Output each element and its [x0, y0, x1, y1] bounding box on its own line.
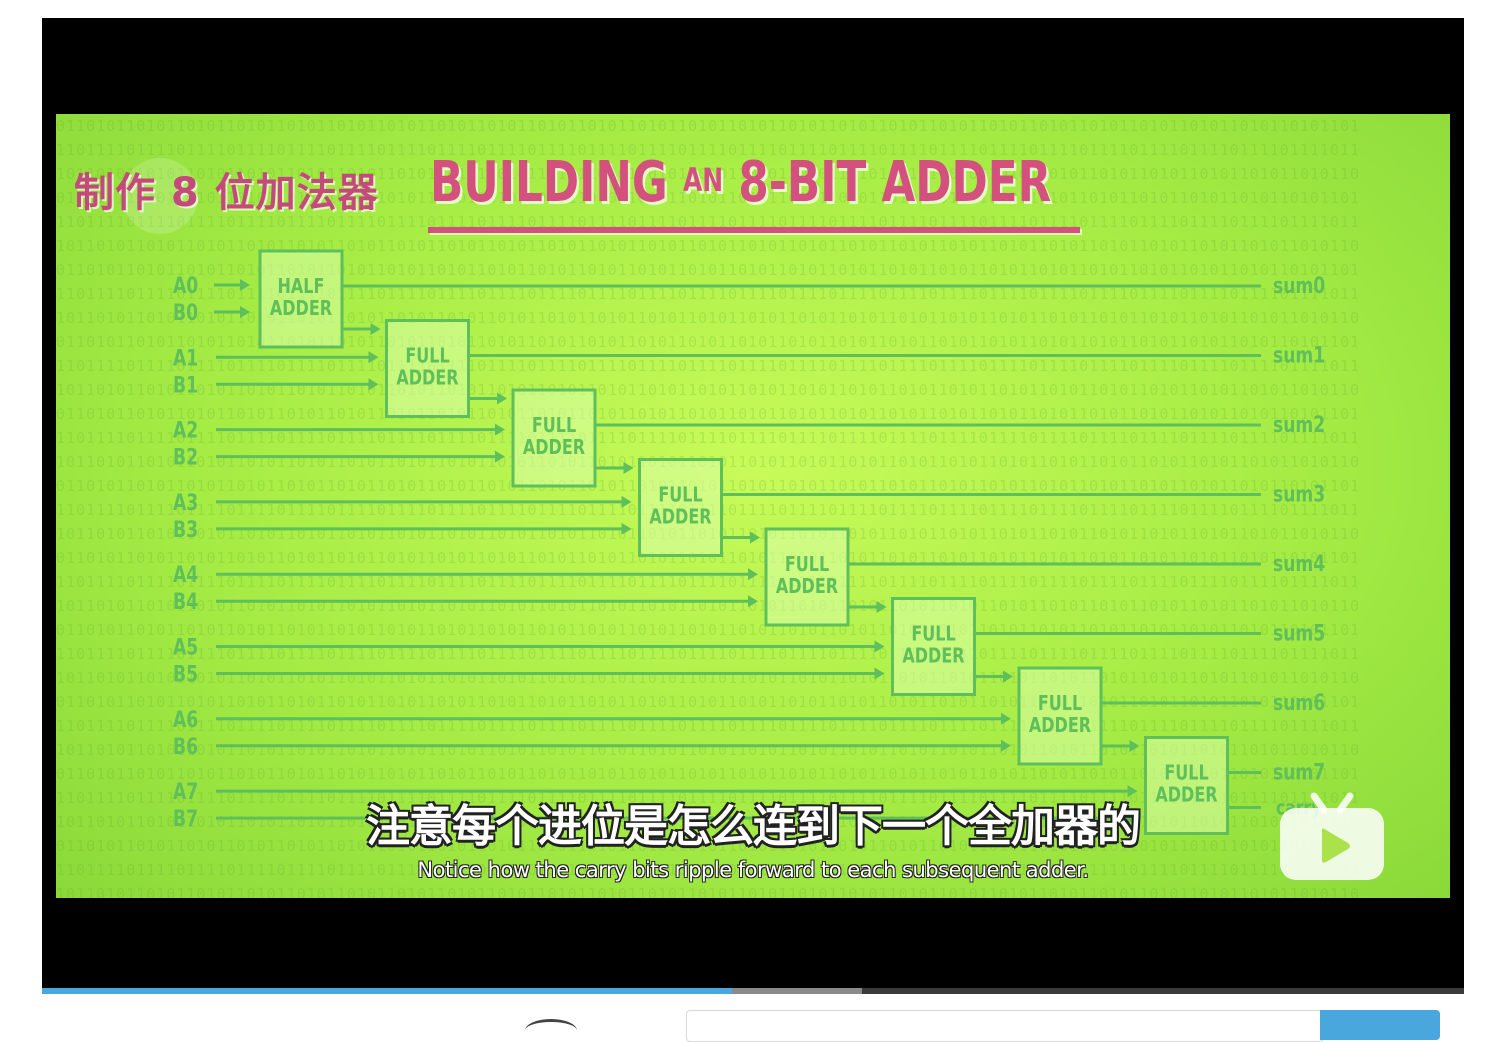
adder-label-bottom-4: ADDER — [776, 575, 838, 598]
input-label-b0: B0 — [173, 300, 198, 326]
adder-label-bottom-2: ADDER — [523, 436, 585, 459]
sum-label-4: sum4 — [1273, 551, 1325, 577]
partial-icon — [525, 1019, 577, 1042]
adder-label-top-0: HALF — [278, 275, 325, 298]
input-wire-b6-head — [1001, 739, 1011, 752]
adder-label-bottom-0: ADDER — [270, 297, 332, 320]
carry-wire-4-head — [876, 601, 887, 613]
subtitle-english: Notice how the carry bits ripple forward… — [417, 858, 1089, 882]
input-label-a6: A6 — [173, 707, 198, 733]
adder-label-top-2: FULL — [532, 414, 577, 437]
input-wire-a2-head — [495, 423, 505, 436]
video-frame[interactable]: 0110101101011010110101101011010110101101… — [56, 114, 1450, 898]
input-wire-a0-head — [240, 279, 250, 291]
input-wire-a3-head — [621, 495, 632, 508]
input-label-a1: A1 — [173, 345, 198, 371]
adder-label-top-4: FULL — [785, 553, 830, 576]
adder-label-bottom-5: ADDER — [902, 645, 964, 668]
input-label-b1: B1 — [173, 372, 198, 398]
send-button[interactable] — [1320, 1010, 1440, 1040]
carry-wire-2-head — [623, 462, 634, 474]
input-wire-b5-head — [874, 667, 885, 680]
adder-label-top-6: FULL — [1038, 692, 1083, 715]
input-label-b6: B6 — [173, 734, 198, 760]
carry-wire-1-head — [497, 392, 507, 405]
adder-label-top-7: FULL — [1164, 762, 1209, 785]
carry-wire-6-head — [1129, 740, 1140, 752]
sum-label-2: sum2 — [1273, 412, 1325, 438]
carry-wire-5-head — [1003, 670, 1013, 683]
input-wire-b2-head — [495, 450, 505, 463]
adder-label-bottom-1: ADDER — [396, 367, 458, 390]
carry-wire-3-head — [750, 531, 760, 544]
adder-circuit-diagram: A0B0A1B1A2B2A3B3A4B4A5B5A6B6A7B7HALFADDE… — [173, 249, 1325, 835]
input-label-b2: B2 — [173, 445, 198, 471]
input-wire-a5-head — [874, 640, 885, 653]
comment-input[interactable] — [686, 1010, 1324, 1042]
input-wire-a4-head — [748, 568, 758, 581]
input-wire-a1-head — [368, 351, 379, 364]
adder-label-top-5: FULL — [911, 623, 956, 646]
play-tv-icon — [1280, 792, 1384, 880]
input-label-b3: B3 — [173, 517, 198, 543]
input-label-a5: A5 — [173, 634, 198, 660]
sum-label-0: sum0 — [1273, 273, 1325, 299]
input-wire-b4-head — [748, 595, 758, 608]
adder-label-bottom-3: ADDER — [649, 506, 711, 529]
sum-label-3: sum3 — [1273, 481, 1325, 507]
input-wire-b0-head — [240, 306, 250, 318]
subtitle-chinese: 注意每个进位是怎么连到下一个全加器的 — [366, 801, 1141, 852]
sum-label-1: sum1 — [1273, 342, 1325, 368]
input-wire-b1-head — [368, 378, 379, 391]
sum-label-6: sum6 — [1273, 690, 1325, 716]
input-label-a4: A4 — [173, 562, 198, 588]
carry-wire-0-head — [370, 323, 381, 335]
input-label-b5: B5 — [173, 661, 198, 687]
input-label-b4: B4 — [173, 589, 198, 615]
video-player[interactable]: 0110101101011010110101101011010110101101… — [42, 18, 1464, 988]
input-wire-a6-head — [1001, 712, 1011, 725]
sum-label-5: sum5 — [1273, 620, 1325, 646]
play-button[interactable] — [1278, 792, 1386, 882]
input-wire-b3-head — [621, 522, 632, 535]
input-label-a3: A3 — [173, 490, 198, 516]
adder-label-top-3: FULL — [658, 484, 703, 507]
sum-label-7: sum7 — [1273, 759, 1325, 785]
input-label-a0: A0 — [173, 273, 198, 299]
adder-label-top-1: FULL — [405, 345, 450, 368]
input-label-a2: A2 — [173, 418, 198, 444]
adder-label-bottom-6: ADDER — [1029, 714, 1091, 737]
